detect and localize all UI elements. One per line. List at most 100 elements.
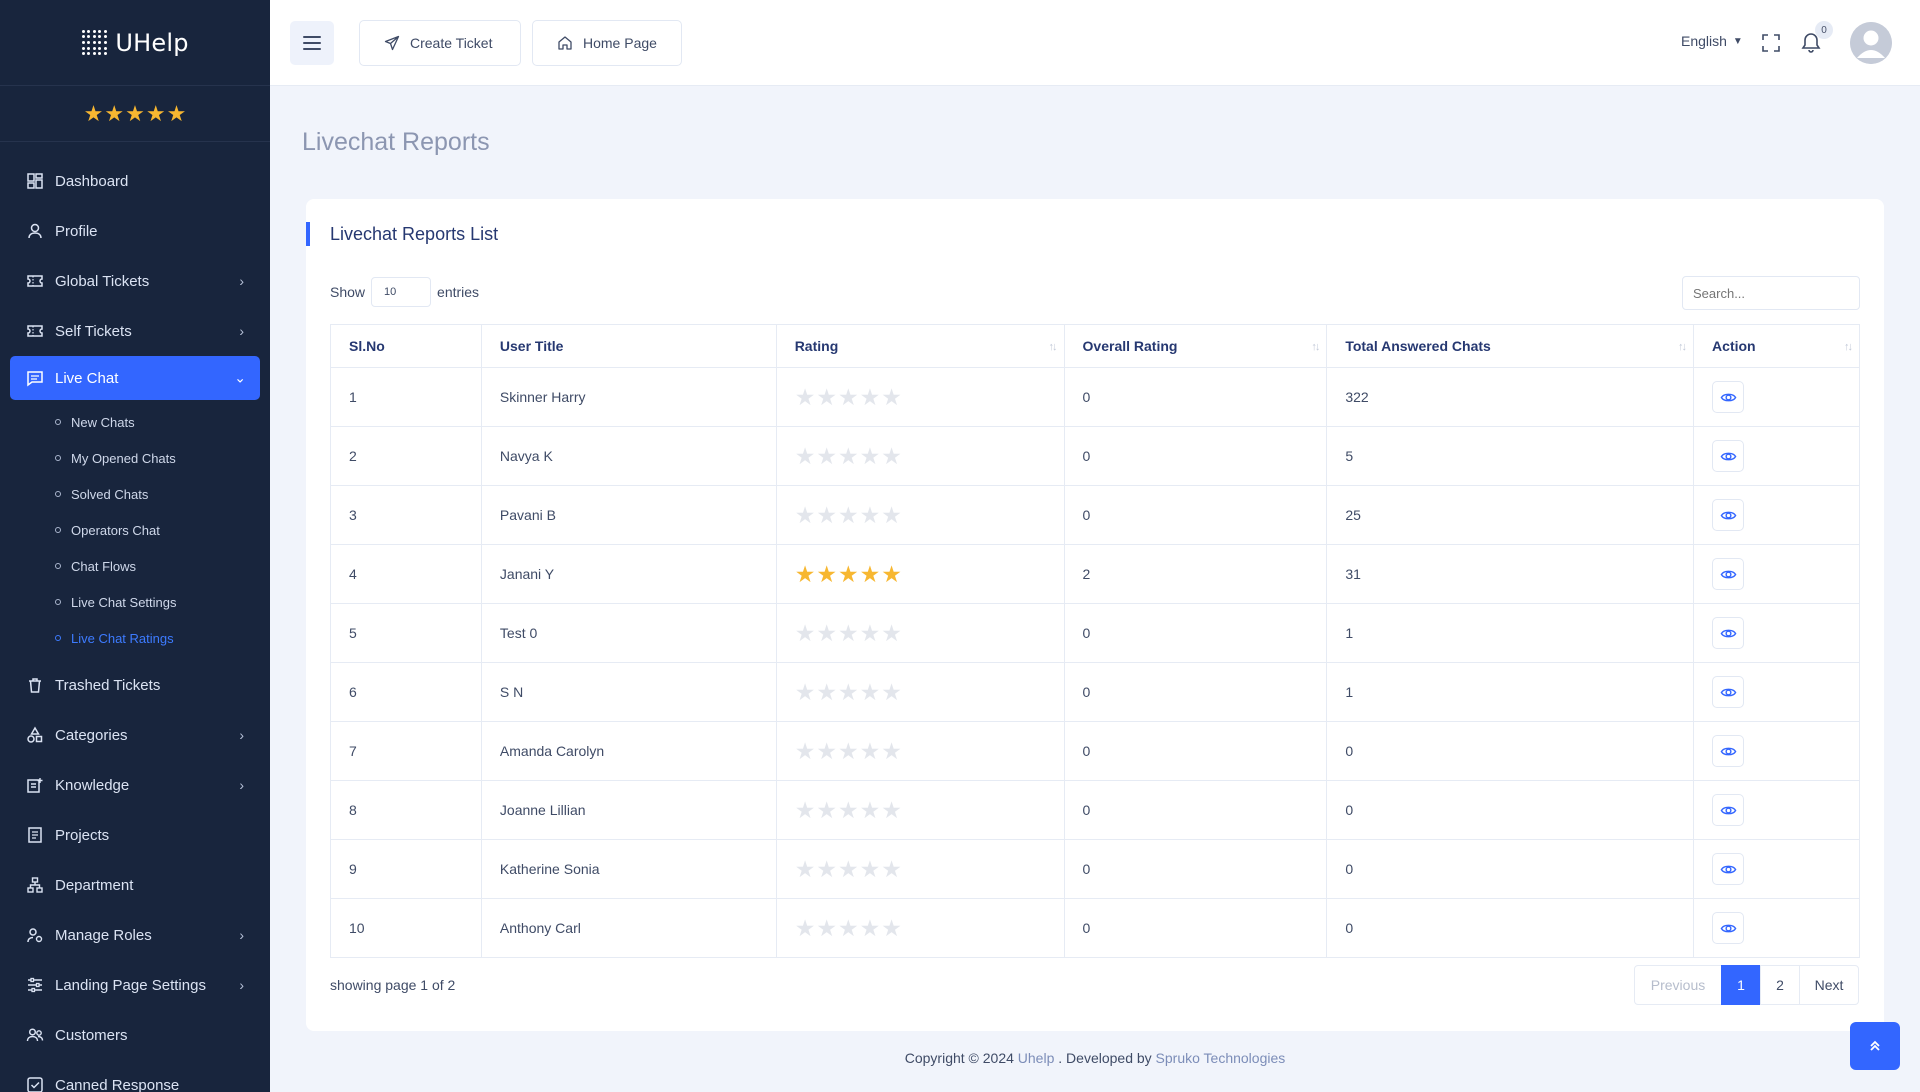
sort-icon[interactable]: ↑↓: [1311, 341, 1320, 353]
brand[interactable]: UHelp: [0, 0, 270, 86]
view-button[interactable]: [1712, 794, 1745, 826]
sidebar-item-canned-response[interactable]: Canned Response: [0, 1060, 270, 1092]
view-button[interactable]: [1712, 558, 1745, 590]
footer-dev-link[interactable]: Spruko Technologies: [1156, 1050, 1286, 1066]
sidebar-item-self-tickets[interactable]: Self Tickets ›: [0, 306, 270, 356]
star-icon: ★: [881, 383, 902, 410]
submenu-item-live-chat-ratings[interactable]: Live Chat Ratings: [0, 620, 270, 656]
cell-user-title: Katherine Sonia: [480, 839, 777, 899]
cell-overall-rating: 0: [1063, 898, 1328, 958]
table-row: 8 Joanne Lillian ★ ★ ★ ★ ★ 0 0: [330, 780, 1860, 840]
sidebar-item-customers[interactable]: Customers: [0, 1010, 270, 1060]
submenu-item-operators-chat[interactable]: Operators Chat: [0, 512, 270, 548]
footer-app-link[interactable]: Uhelp: [1018, 1050, 1055, 1066]
sort-icon[interactable]: ↑↓: [1844, 341, 1853, 353]
next-page-button[interactable]: Next: [1799, 965, 1859, 1005]
home-icon: [558, 36, 572, 50]
fullscreen-icon[interactable]: [1761, 33, 1781, 53]
dashboard-icon: [26, 172, 44, 190]
entries-select[interactable]: 10: [371, 277, 432, 307]
cell-total-answered: 0: [1326, 721, 1695, 781]
cell-total-answered: 0: [1326, 780, 1695, 840]
submenu-item-chat-flows[interactable]: Chat Flows: [0, 548, 270, 584]
cell-overall-rating: 0: [1063, 485, 1328, 545]
search-input[interactable]: [1682, 276, 1860, 310]
sidebar-item-dashboard[interactable]: Dashboard: [0, 156, 270, 206]
sidebar-item-department[interactable]: Department: [0, 860, 270, 910]
sidebar-item-label: Projects: [55, 826, 110, 844]
previous-page-button[interactable]: Previous: [1634, 965, 1722, 1005]
notification-badge: 0: [1815, 21, 1833, 39]
page-1-button[interactable]: 1: [1721, 965, 1761, 1005]
submenu-item-solved-chats[interactable]: Solved Chats: [0, 476, 270, 512]
show-label: Show: [330, 284, 366, 300]
cell-overall-rating: 0: [1063, 367, 1328, 427]
sidebar-item-label: Profile: [55, 222, 98, 240]
create-ticket-button[interactable]: Create Ticket: [359, 20, 521, 66]
cell-rating: ★ ★ ★ ★ ★: [775, 603, 1065, 663]
cell-total-answered: 0: [1326, 898, 1695, 958]
star-icon: ★: [816, 737, 837, 764]
star-icon: ★: [837, 560, 859, 587]
sidebar-item-label: Landing Page Settings: [55, 976, 206, 994]
sliders-icon: [26, 976, 44, 994]
star-icon: ★: [816, 796, 837, 823]
column-header-total-answered-chats[interactable]: Total Answered Chats ↑↓: [1326, 324, 1695, 368]
top-header: Create Ticket Home Page English ▼ 0: [270, 0, 1920, 86]
star-icon: ★: [816, 442, 837, 469]
star-icon: ★: [125, 100, 145, 126]
sidebar-item-global-tickets[interactable]: Global Tickets ›: [0, 256, 270, 306]
shapes-icon: [26, 726, 44, 744]
view-button[interactable]: [1712, 381, 1745, 413]
rating-stars: ★ ★ ★ ★ ★: [795, 619, 902, 646]
sort-icon[interactable]: ↑↓: [1678, 341, 1687, 353]
star-icon: ★: [881, 855, 902, 882]
brand-name: UHelp: [115, 28, 189, 57]
star-icon: ★: [816, 619, 837, 646]
sidebar: UHelp ★ ★ ★ ★ ★ Dashboard Profile Global Ticke…: [0, 0, 270, 1092]
cell-user-title: S N: [480, 662, 777, 722]
column-header-action[interactable]: Action ↑↓: [1693, 324, 1860, 368]
sidebar-item-categories[interactable]: Categories ›: [0, 710, 270, 760]
sidebar-item-projects[interactable]: Projects: [0, 810, 270, 860]
view-button[interactable]: [1712, 735, 1745, 767]
star-icon: ★: [837, 796, 859, 823]
cell-sl-no: 9: [330, 839, 482, 899]
submenu-item-my-opened-chats[interactable]: My Opened Chats: [0, 440, 270, 476]
home-page-label: Home Page: [583, 35, 657, 51]
column-header-label: Action: [1712, 338, 1756, 354]
sidebar-item-profile[interactable]: Profile: [0, 206, 270, 256]
view-button[interactable]: [1712, 912, 1745, 944]
view-button[interactable]: [1712, 617, 1745, 649]
sidebar-item-manage-roles[interactable]: Manage Roles ›: [0, 910, 270, 960]
submenu-item-live-chat-settings[interactable]: Live Chat Settings: [0, 584, 270, 620]
column-header-label: Total Answered Chats: [1345, 338, 1491, 354]
submenu-item-new-chats[interactable]: New Chats: [0, 404, 270, 440]
cell-user-title: Amanda Carolyn: [480, 721, 777, 781]
cell-user-title: Navya K: [480, 426, 777, 486]
back-to-top-button[interactable]: [1850, 1022, 1900, 1070]
view-button[interactable]: [1712, 440, 1745, 472]
page-2-button[interactable]: 2: [1760, 965, 1800, 1005]
chevron-right-icon: ›: [239, 727, 244, 743]
chevron-right-icon: ›: [239, 323, 244, 339]
view-button[interactable]: [1712, 853, 1745, 885]
star-icon: ★: [794, 914, 816, 941]
view-button[interactable]: [1712, 499, 1745, 531]
menu-toggle-button[interactable]: [290, 21, 334, 65]
sidebar-item-knowledge[interactable]: Knowledge ›: [0, 760, 270, 810]
sidebar-item-trashed-tickets[interactable]: Trashed Tickets: [0, 660, 270, 710]
sidebar-item-label: Dashboard: [55, 172, 129, 190]
column-header-overall-rating[interactable]: Overall Rating ↑↓: [1063, 324, 1328, 368]
sidebar-item-live-chat[interactable]: Live Chat ⌄: [10, 356, 260, 400]
view-button[interactable]: [1712, 676, 1745, 708]
cell-user-title: Test 0: [480, 603, 777, 663]
language-dropdown[interactable]: English ▼: [1681, 33, 1743, 49]
sidebar-item-landing-page-settings[interactable]: Landing Page Settings ›: [0, 960, 270, 1010]
home-page-button[interactable]: Home Page: [532, 20, 682, 66]
column-header-rating[interactable]: Rating ↑↓: [775, 324, 1065, 368]
avatar[interactable]: [1850, 22, 1892, 64]
sort-icon[interactable]: ↑↓: [1049, 341, 1058, 353]
cell-total-answered: 5: [1326, 426, 1695, 486]
send-icon: [384, 35, 400, 51]
